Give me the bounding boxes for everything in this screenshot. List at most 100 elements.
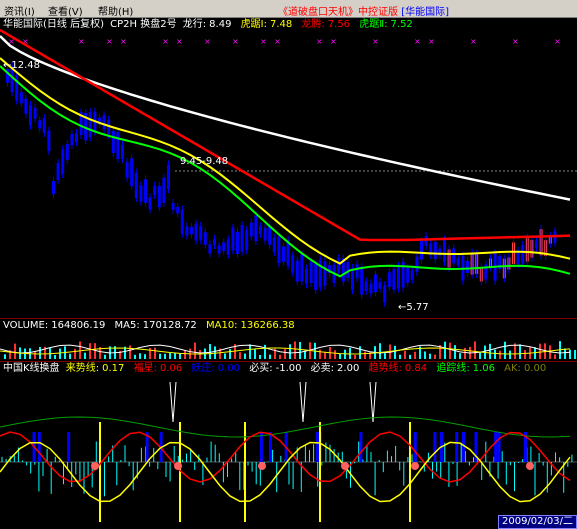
volume-panel[interactable]: VOLUME: 164806.19 MA5: 170128.72 MA10: 1362… — [0, 319, 577, 361]
app-title-main: 《道破盘口天机》中控证版 — [278, 7, 398, 18]
volume-bar — [69, 353, 71, 359]
volume-bar — [169, 352, 171, 359]
volume-bar — [284, 348, 286, 359]
bimai-value: -1.00 — [275, 363, 302, 374]
hujue2-label: 虎踞Ⅱ: — [359, 19, 388, 30]
yaozhuang-bar — [259, 432, 263, 462]
longxing-label: 龙行: — [182, 19, 207, 30]
volume-bar — [144, 354, 146, 359]
yaozhuang-bar — [497, 432, 501, 462]
fuxing-value: 0.06 — [159, 363, 183, 374]
volume-bar — [349, 347, 351, 359]
spike-marker — [369, 381, 377, 423]
ak-label: AK: — [504, 363, 521, 374]
volume-bar — [294, 341, 296, 359]
volume-bar — [299, 341, 301, 359]
volume-bar — [454, 345, 456, 359]
price-chart[interactable]: × × × × × × × × × × × × × × × × × × × — [0, 18, 577, 318]
price-chart-header: 华能国际(日线 后复权) CP2H 换盘2号 龙行: 8.49 虎踞Ⅰ: 7.48 … — [3, 19, 419, 31]
yaozhuang-bar — [37, 432, 41, 462]
volume-bar — [464, 347, 466, 359]
qushi-label: 趋势线: — [368, 363, 402, 374]
yaozhuang-bar — [455, 432, 459, 462]
signal-marker: × — [162, 37, 169, 46]
volume-bar — [554, 354, 556, 359]
signal-marker: × — [204, 37, 211, 46]
volume-bar — [539, 343, 541, 359]
volume-bar — [194, 342, 196, 359]
volume-bar — [334, 350, 336, 359]
volume-bar — [89, 343, 91, 359]
volume-bar — [499, 350, 501, 359]
ma5-value: 170128.72 — [142, 320, 197, 331]
yaozhuang-bar — [359, 432, 363, 462]
signal-marker: × — [512, 37, 519, 46]
yaozhuang-bar — [494, 432, 498, 462]
volume-bar — [494, 349, 496, 359]
indicator-panel[interactable]: 中国K线换盘 来势线: 0.17 福星: 0.06 妖庄: 0.00 必买: -1.00… — [0, 362, 577, 529]
volume-bar — [184, 350, 186, 359]
volume-bar — [229, 349, 231, 359]
price-chart-panel[interactable]: × × × × × × × × × × × × × × × × × × × 华能国际(日线 后复权) CP2H 换盘… — [0, 18, 577, 318]
indicator-header: 中国K线换盘 来势线: 0.17 福星: 0.06 妖庄: 0.00 必买: -1.00… — [3, 363, 552, 375]
signal-marker: × — [78, 37, 85, 46]
yaozhuang-bar — [67, 432, 71, 462]
yaozhuang-bar — [316, 432, 320, 462]
volume-bar — [399, 354, 401, 359]
spike-marker — [169, 381, 177, 423]
zhuizong-value: 1.06 — [472, 363, 495, 374]
volume-bar — [339, 353, 341, 359]
volume-bar — [394, 345, 396, 359]
zhuizong-label: 追踪线: — [436, 363, 470, 374]
volume-bar — [344, 349, 346, 359]
volume-bar — [164, 353, 166, 359]
laishi-label: 来势线: — [65, 363, 100, 374]
low-price-label: ←5.77 — [398, 302, 429, 313]
volume-bar — [129, 345, 131, 359]
volume-bar — [574, 349, 576, 359]
yaozhuang-label: 妖庄: — [191, 363, 215, 374]
signal-marker: × — [470, 37, 477, 46]
volume-bar — [424, 351, 426, 359]
high-price-label: ←12.48 — [3, 60, 41, 71]
fuxing-dot — [258, 462, 266, 470]
volume-bar — [444, 341, 446, 359]
ak-value: 0.00 — [523, 363, 547, 374]
volume-bar — [414, 351, 416, 359]
volume-bar — [74, 348, 76, 359]
volume-bar — [199, 349, 201, 359]
volume-bar — [139, 353, 141, 359]
signal-marker: × — [106, 37, 113, 46]
volume-bar — [304, 350, 306, 359]
signal-marker: × — [372, 37, 379, 46]
volume-bar — [449, 342, 451, 359]
volume-bar — [34, 351, 36, 359]
date-readout: 2009/02/03/二 — [497, 515, 577, 529]
menu-help[interactable]: 帮助(H) — [98, 3, 133, 18]
volume-bar — [474, 341, 476, 359]
qushi-value: 0.84 — [404, 363, 428, 374]
menu-info[interactable]: 资讯(I) — [4, 3, 35, 18]
volume-bar — [39, 347, 41, 359]
volume-bar — [54, 354, 56, 359]
menu-view[interactable]: 查看(V) — [48, 3, 83, 18]
hujue2-value: 7.52 — [390, 19, 413, 30]
volume-bar — [249, 344, 251, 359]
volume-bar — [524, 350, 526, 359]
volume-bar — [254, 349, 256, 359]
indicator-chart[interactable] — [0, 362, 577, 529]
yaozhuang-bar — [268, 432, 272, 462]
indicator-panel-name: 中国K线换盘 — [3, 363, 60, 374]
volume-bar — [354, 354, 356, 359]
longteng-label: 龙腾: — [301, 19, 325, 30]
volume-bar — [244, 353, 246, 359]
volume-bar — [104, 354, 106, 359]
volume-bar — [489, 343, 491, 359]
app-title: 《道破盘口天机》中控证版 [华能国际] — [278, 3, 449, 18]
signal-marker: × — [414, 37, 421, 46]
volume-bar — [259, 354, 261, 359]
volume-bar — [84, 352, 86, 359]
volume-bar — [569, 349, 571, 359]
yaozhuang-bar — [413, 432, 417, 462]
signal-marker: × — [260, 37, 267, 46]
